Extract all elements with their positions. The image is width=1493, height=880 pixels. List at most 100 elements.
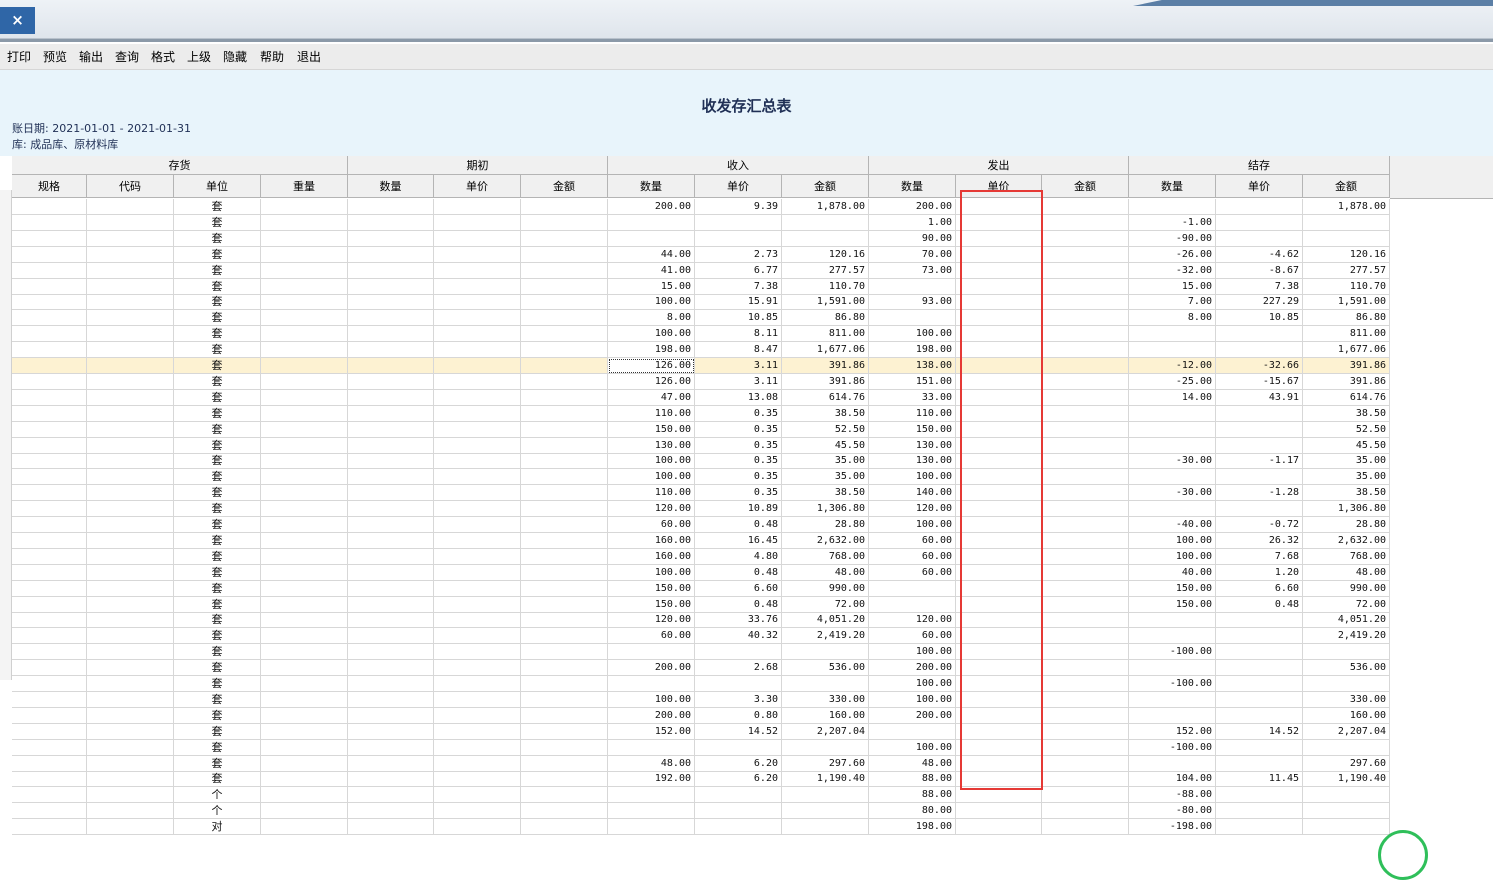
table-cell[interactable]: 7.38	[695, 278, 782, 295]
table-cell[interactable]: 套	[174, 214, 261, 231]
table-cell[interactable]: 2.68	[695, 660, 782, 677]
table-cell[interactable]	[261, 691, 348, 708]
table-cell[interactable]	[12, 230, 87, 247]
table-cell[interactable]	[87, 437, 174, 454]
table-cell[interactable]	[12, 421, 87, 438]
table-cell[interactable]: 33.76	[695, 612, 782, 629]
table-cell[interactable]: 100.00	[608, 691, 695, 708]
table-cell[interactable]: 110.70	[1303, 278, 1390, 295]
table-cell[interactable]	[782, 819, 869, 836]
table-cell[interactable]	[1042, 310, 1129, 327]
table-cell[interactable]: 110.00	[608, 405, 695, 422]
table-cell[interactable]	[1216, 660, 1303, 677]
table-cell[interactable]: 15.00	[608, 278, 695, 295]
table-cell[interactable]	[348, 453, 434, 470]
column-header[interactable]: 金额	[782, 175, 869, 198]
table-cell[interactable]	[1129, 405, 1216, 422]
table-cell[interactable]	[1303, 644, 1390, 661]
table-cell[interactable]	[261, 485, 348, 502]
table-cell[interactable]	[695, 230, 782, 247]
table-cell[interactable]	[1216, 421, 1303, 438]
table-cell[interactable]	[434, 214, 521, 231]
table-cell[interactable]	[87, 389, 174, 406]
table-cell[interactable]	[87, 819, 174, 836]
table-cell[interactable]: 8.11	[695, 326, 782, 343]
table-cell[interactable]: 45.50	[1303, 437, 1390, 454]
table-row[interactable]: 套 150.00 0.35 52.50 150.00 52.50	[12, 421, 1390, 438]
table-cell[interactable]: 160.00	[608, 548, 695, 565]
table-cell[interactable]	[12, 596, 87, 613]
table-cell[interactable]	[348, 787, 434, 804]
table-row[interactable]: 套 120.00 10.89 1,306.80 120.00 1,306.80	[12, 501, 1390, 518]
table-cell[interactable]	[12, 628, 87, 645]
table-cell[interactable]: -100.00	[1129, 676, 1216, 692]
table-cell[interactable]	[261, 342, 348, 359]
table-cell[interactable]: 16.45	[695, 532, 782, 549]
table-cell[interactable]	[87, 342, 174, 359]
table-cell[interactable]: 套	[174, 485, 261, 502]
table-cell[interactable]: 套	[174, 580, 261, 597]
table-cell[interactable]: 120.00	[608, 612, 695, 629]
table-cell[interactable]	[261, 310, 348, 327]
table-cell[interactable]: 43.91	[1216, 389, 1303, 406]
table-cell[interactable]: 330.00	[1303, 691, 1390, 708]
table-cell[interactable]: 0.48	[695, 564, 782, 581]
table-cell[interactable]	[434, 501, 521, 518]
table-cell[interactable]	[956, 278, 1042, 295]
table-cell[interactable]	[12, 389, 87, 406]
table-cell[interactable]: -100.00	[1129, 644, 1216, 661]
table-cell[interactable]	[521, 564, 608, 581]
table-cell[interactable]	[87, 644, 174, 661]
table-cell[interactable]	[434, 199, 521, 215]
table-cell[interactable]	[434, 246, 521, 263]
table-cell[interactable]	[956, 230, 1042, 247]
table-cell[interactable]: 套	[174, 342, 261, 359]
table-cell[interactable]	[434, 707, 521, 724]
table-cell[interactable]	[434, 596, 521, 613]
table-cell[interactable]	[521, 707, 608, 724]
table-cell[interactable]	[261, 453, 348, 470]
table-cell[interactable]	[1129, 707, 1216, 724]
table-cell[interactable]	[1129, 342, 1216, 359]
table-cell[interactable]	[1129, 691, 1216, 708]
table-cell[interactable]	[87, 214, 174, 231]
table-cell[interactable]	[348, 230, 434, 247]
table-cell[interactable]: -25.00	[1129, 373, 1216, 390]
table-cell[interactable]: 3.11	[695, 373, 782, 390]
table-cell[interactable]: 100.00	[608, 326, 695, 343]
table-cell[interactable]	[261, 660, 348, 677]
table-cell[interactable]	[87, 612, 174, 629]
table-cell[interactable]: 160.00	[782, 707, 869, 724]
table-cell[interactable]	[1042, 246, 1129, 263]
table-cell[interactable]: -30.00	[1129, 453, 1216, 470]
table-cell[interactable]	[956, 485, 1042, 502]
table-row[interactable]: 个 80.00 -80.00	[12, 803, 1390, 820]
table-cell[interactable]: 套	[174, 421, 261, 438]
table-cell[interactable]	[521, 421, 608, 438]
table-cell[interactable]	[1042, 771, 1129, 788]
table-cell[interactable]: 38.50	[782, 405, 869, 422]
table-cell[interactable]	[1042, 453, 1129, 470]
table-cell[interactable]	[782, 739, 869, 756]
table-cell[interactable]	[261, 373, 348, 390]
table-cell[interactable]	[87, 739, 174, 756]
column-header[interactable]: 重量	[261, 175, 348, 198]
table-cell[interactable]	[521, 723, 608, 740]
table-cell[interactable]: 套	[174, 358, 261, 374]
table-cell[interactable]: 100.00	[608, 294, 695, 311]
table-cell[interactable]	[521, 548, 608, 565]
toolbar-preview-button[interactable]: 预览	[43, 48, 67, 65]
table-row[interactable]: 套 200.00 0.80 160.00 200.00 160.00	[12, 707, 1390, 724]
table-cell[interactable]	[1216, 628, 1303, 645]
table-cell[interactable]	[348, 517, 434, 533]
table-cell[interactable]	[348, 739, 434, 756]
table-cell[interactable]: 200.00	[869, 199, 956, 215]
table-cell[interactable]: 44.00	[608, 246, 695, 263]
table-cell[interactable]: 88.00	[869, 787, 956, 804]
table-cell[interactable]	[956, 819, 1042, 836]
table-cell[interactable]	[434, 421, 521, 438]
table-cell[interactable]	[521, 469, 608, 486]
table-cell[interactable]	[434, 628, 521, 645]
table-cell[interactable]	[1216, 803, 1303, 820]
table-cell[interactable]	[521, 644, 608, 661]
